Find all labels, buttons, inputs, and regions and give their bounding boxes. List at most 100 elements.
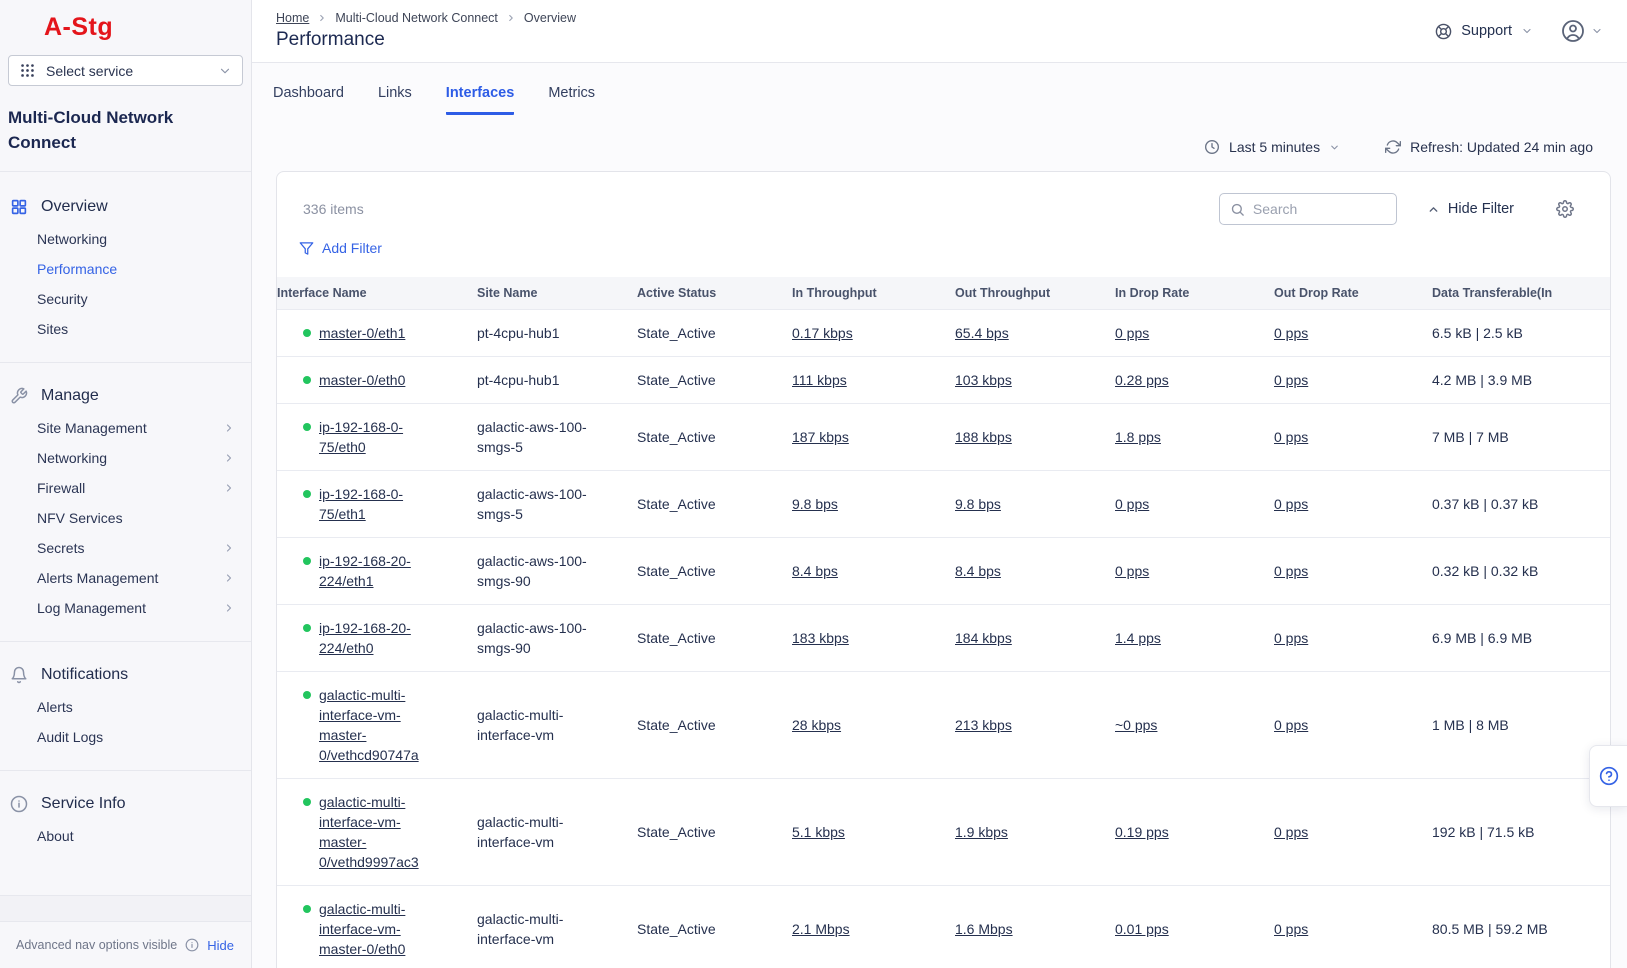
time-controls: Last 5 minutes Refresh: Updated 24 min a…: [252, 139, 1593, 155]
in-drop-rate-link[interactable]: 1.4 pps: [1115, 630, 1161, 646]
refresh-control[interactable]: Refresh: Updated 24 min ago: [1385, 139, 1593, 155]
in-throughput-link[interactable]: 28 kbps: [792, 717, 841, 733]
info-circle-icon[interactable]: [185, 938, 199, 952]
breadcrumb-service[interactable]: Multi-Cloud Network Connect: [335, 11, 498, 25]
tab-dashboard[interactable]: Dashboard: [273, 77, 344, 115]
interfaces-table: Interface Name Site Name Active Status I…: [277, 277, 1611, 968]
in-throughput-link[interactable]: 187 kbps: [792, 429, 849, 445]
in-drop-rate-link[interactable]: 0.28 pps: [1115, 372, 1169, 388]
in-throughput-link[interactable]: 2.1 Mbps: [792, 921, 850, 937]
sidebar-item-alerts-management[interactable]: Alerts Management: [0, 563, 251, 593]
in-throughput-link[interactable]: 9.8 bps: [792, 496, 838, 512]
in-throughput-cell: 111 kbps: [792, 356, 955, 403]
out-drop-rate-link[interactable]: 0 pps: [1274, 496, 1308, 512]
out-drop-rate-cell: 0 pps: [1274, 403, 1432, 470]
interface-link[interactable]: ip-192-168-20-224/eth1: [319, 551, 431, 591]
out-throughput-link[interactable]: 65.4 bps: [955, 325, 1009, 341]
out-drop-rate-link[interactable]: 0 pps: [1274, 372, 1308, 388]
out-throughput-link[interactable]: 184 kbps: [955, 630, 1012, 646]
out-drop-rate-link[interactable]: 0 pps: [1274, 630, 1308, 646]
sidebar-item-networking[interactable]: Networking: [0, 443, 251, 473]
in-drop-rate-link[interactable]: 0 pps: [1115, 496, 1149, 512]
in-throughput-cell: 187 kbps: [792, 403, 955, 470]
interface-link[interactable]: master-0/eth1: [319, 323, 405, 343]
tab-metrics[interactable]: Metrics: [548, 77, 595, 115]
in-throughput-link[interactable]: 111 kbps: [792, 372, 847, 388]
out-drop-rate-link[interactable]: 0 pps: [1274, 717, 1308, 733]
interface-link[interactable]: master-0/eth0: [319, 370, 405, 390]
in-drop-rate-cell: 1.8 pps: [1115, 403, 1274, 470]
interface-link[interactable]: ip-192-168-0-75/eth0: [319, 417, 431, 457]
table-settings-button[interactable]: [1556, 200, 1574, 218]
help-button[interactable]: [1589, 745, 1627, 807]
sidebar-item-networking[interactable]: Networking: [0, 224, 251, 254]
tab-links[interactable]: Links: [378, 77, 412, 115]
sidebar-item-audit-logs[interactable]: Audit Logs: [0, 722, 251, 752]
user-menu[interactable]: [1561, 19, 1603, 43]
in-drop-rate-link[interactable]: 0.19 pps: [1115, 824, 1169, 840]
sidebar-item-alerts[interactable]: Alerts: [0, 692, 251, 722]
sidebar-item-manage[interactable]: Manage: [0, 379, 251, 413]
out-drop-rate-link[interactable]: 0 pps: [1274, 824, 1308, 840]
search-input[interactable]: [1253, 201, 1386, 217]
in-throughput-link[interactable]: 5.1 kbps: [792, 824, 845, 840]
sidebar-item-label: Site Management: [37, 420, 147, 436]
out-drop-rate-link[interactable]: 0 pps: [1274, 921, 1308, 937]
interface-link[interactable]: galactic-multi-interface-vm-master-0/vet…: [319, 792, 431, 872]
interface-link[interactable]: galactic-multi-interface-vm-master-0/eth…: [319, 899, 431, 959]
in-drop-rate-link[interactable]: ~0 pps: [1115, 717, 1157, 733]
out-throughput-cell: 184 kbps: [955, 604, 1115, 671]
in-drop-rate-link[interactable]: 1.8 pps: [1115, 429, 1161, 445]
table-header-row: Interface Name Site Name Active Status I…: [277, 277, 1611, 310]
sidebar-item-log-management[interactable]: Log Management: [0, 593, 251, 623]
sidebar-item-site-management[interactable]: Site Management: [0, 413, 251, 443]
in-throughput-link[interactable]: 183 kbps: [792, 630, 849, 646]
hide-filter-toggle[interactable]: Hide Filter: [1427, 201, 1514, 217]
sidebar-item-notifications[interactable]: Notifications: [0, 658, 251, 692]
in-throughput-link[interactable]: 8.4 bps: [792, 563, 838, 579]
support-menu[interactable]: Support: [1435, 23, 1533, 40]
grid-2x2-icon: [10, 198, 28, 216]
sidebar-item-about[interactable]: About: [0, 821, 251, 851]
out-throughput-link[interactable]: 1.6 Mbps: [955, 921, 1013, 937]
sidebar-item-firewall[interactable]: Firewall: [0, 473, 251, 503]
sidebar-item-overview[interactable]: Overview: [0, 190, 251, 224]
sidebar-item-performance[interactable]: Performance: [0, 254, 251, 284]
out-throughput-link[interactable]: 1.9 kbps: [955, 824, 1008, 840]
out-throughput-link[interactable]: 9.8 bps: [955, 496, 1001, 512]
out-throughput-link[interactable]: 103 kbps: [955, 372, 1012, 388]
sidebar-item-service-info[interactable]: Service Info: [0, 787, 251, 821]
out-drop-rate-link[interactable]: 0 pps: [1274, 429, 1308, 445]
sidebar-item-label: Networking: [37, 450, 107, 466]
add-filter-label: Add Filter: [322, 240, 382, 256]
sidebar-item-security[interactable]: Security: [0, 284, 251, 314]
interface-link[interactable]: galactic-multi-interface-vm-master-0/vet…: [319, 685, 431, 765]
active-status-cell: State_Active: [637, 885, 792, 968]
time-range-selector[interactable]: Last 5 minutes: [1204, 139, 1340, 155]
add-filter-button[interactable]: Add Filter: [299, 240, 382, 256]
out-drop-rate-link[interactable]: 0 pps: [1274, 325, 1308, 341]
in-throughput-link[interactable]: 0.17 kbps: [792, 325, 853, 341]
hide-nav-link[interactable]: Hide: [207, 938, 234, 953]
chevron-right-icon: [223, 572, 235, 584]
in-drop-rate-link[interactable]: 0.01 pps: [1115, 921, 1169, 937]
sidebar-item-nfv-services[interactable]: NFV Services: [0, 503, 251, 533]
sidebar-item-label: Audit Logs: [37, 729, 103, 745]
out-drop-rate-link[interactable]: 0 pps: [1274, 563, 1308, 579]
sidebar-item-sites[interactable]: Sites: [0, 314, 251, 344]
sidebar-item-secrets[interactable]: Secrets: [0, 533, 251, 563]
tab-interfaces[interactable]: Interfaces: [446, 77, 515, 115]
breadcrumb-home[interactable]: Home: [276, 11, 309, 25]
table-row: ip-192-168-20-224/eth0 galactic-aws-100-…: [277, 604, 1611, 671]
out-throughput-link[interactable]: 213 kbps: [955, 717, 1012, 733]
data-transferable-cell: 6.9 MB | 6.9 MB: [1432, 604, 1611, 671]
service-selector[interactable]: Select service: [8, 55, 243, 86]
in-drop-rate-link[interactable]: 0 pps: [1115, 563, 1149, 579]
out-throughput-link[interactable]: 8.4 bps: [955, 563, 1001, 579]
out-throughput-link[interactable]: 188 kbps: [955, 429, 1012, 445]
content-area: Dashboard Links Interfaces Metrics Last …: [252, 63, 1627, 968]
out-throughput-cell: 103 kbps: [955, 356, 1115, 403]
interface-link[interactable]: ip-192-168-20-224/eth0: [319, 618, 431, 658]
interface-link[interactable]: ip-192-168-0-75/eth1: [319, 484, 431, 524]
in-drop-rate-link[interactable]: 0 pps: [1115, 325, 1149, 341]
